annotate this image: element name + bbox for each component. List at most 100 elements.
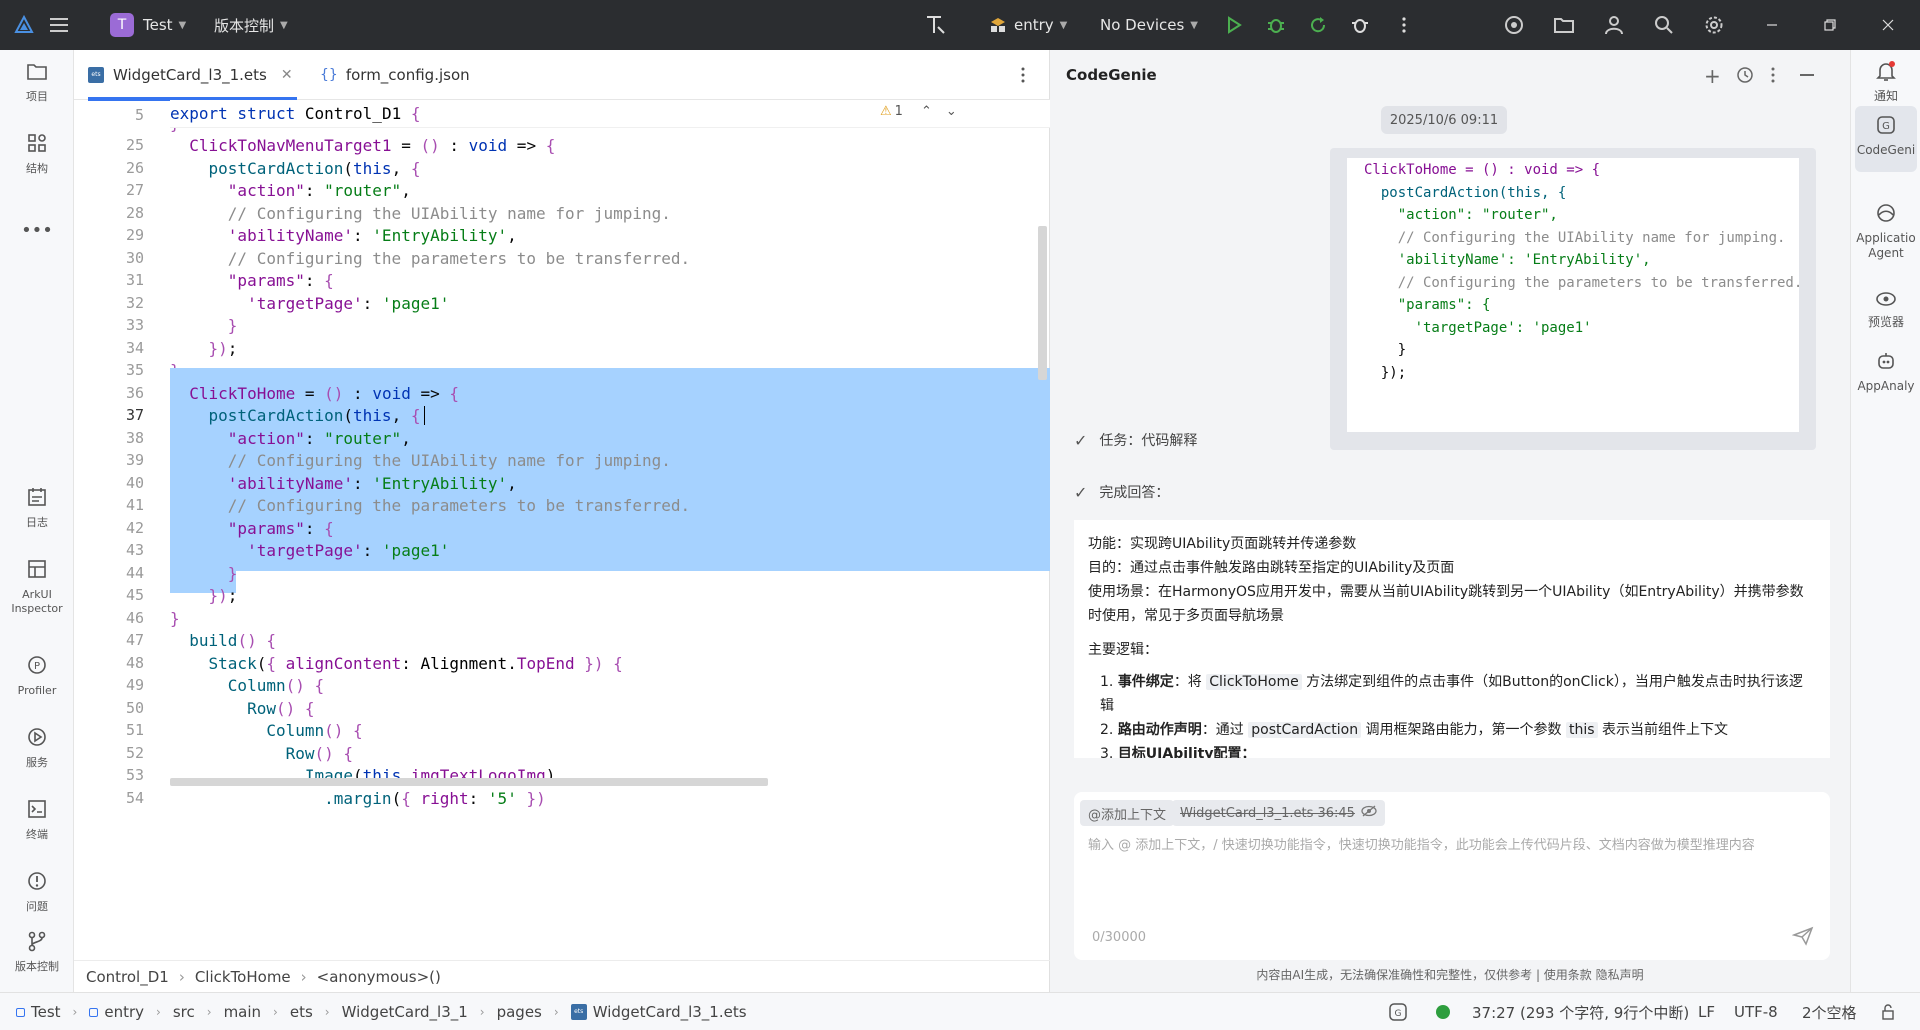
tool-label: 终端 [26,828,48,841]
close-tab-icon[interactable]: ✕ [281,67,293,83]
new-chat-icon[interactable]: + [1704,64,1721,88]
device-select[interactable]: No Devices ▼ [1100,0,1198,50]
task-step[interactable]: ✓ 任务：代码解释 [1074,430,1197,450]
account-icon[interactable] [1602,13,1626,37]
path-item[interactable]: WidgetCard_l3_1.ets [593,1003,747,1021]
path-item[interactable]: Test [31,1003,61,1021]
horizontal-scrollbar[interactable] [170,778,768,786]
status-indicator[interactable] [1436,993,1450,1030]
add-context-button[interactable]: @添加上下文 [1080,800,1175,826]
breadcrumb-item[interactable]: <anonymous>() [317,968,441,986]
path-item[interactable]: ets [290,1003,313,1021]
status-bar: Test › entry › src › main › ets › Widget… [0,992,1920,1030]
ets-file-icon: ets [570,1004,587,1020]
tool-log[interactable]: 日志 [0,486,74,530]
file-encoding[interactable]: UTF-8 [1734,993,1778,1030]
send-icon[interactable] [1791,926,1814,950]
task-label: 任务：代码解释 [1099,433,1198,449]
agent-icon [1875,202,1897,228]
editor-tabs: ets WidgetCard_l3_1.ets ✕ {} form_config… [74,50,1050,101]
sticky-scope-header[interactable]: export struct Control_D1 { ⚠ 1 ⌃ ⌄ [170,100,1050,128]
run-config-select[interactable]: entry ▼ [988,0,1067,50]
tool-application-agent[interactable]: Applicatio Agent [1851,202,1920,261]
path-item[interactable]: main [224,1003,261,1021]
breadcrumb-item[interactable]: ClickToHome [195,968,291,986]
codegenie-status-icon[interactable]: G [1388,993,1408,1030]
indent-setting[interactable]: 2个空格 [1802,993,1857,1030]
line-number: 26 [125,158,144,177]
eye-off-icon[interactable] [1361,805,1377,821]
inspection-widget[interactable]: ⚠ 1 ⌃ ⌄ [880,104,957,119]
tool-vcs[interactable]: 版本控制 [0,930,74,974]
tool-arkui-inspector[interactable]: ArkUI Inspector [0,558,74,616]
vcs-menu[interactable]: 版本控制 ▼ [214,0,288,50]
tool-project[interactable]: 项目 [0,62,74,104]
tabs-more-icon[interactable] [1020,66,1026,88]
code-line: }); [208,586,238,605]
file-context-chip[interactable]: WidgetCard_l3_1.ets 36:45 [1172,800,1385,826]
tool-profiler[interactable]: P Profiler [0,654,74,698]
tool-notifications[interactable]: 通知 [1851,60,1920,104]
next-highlight-icon[interactable]: ⌄ [946,104,957,119]
vertical-scrollbar[interactable] [1038,226,1047,380]
path-item[interactable]: src [173,1003,195,1021]
restore-icon[interactable] [1818,13,1842,37]
tool-problems[interactable]: 问题 [0,870,74,914]
run-icon[interactable] [1222,13,1246,37]
line-number: 37 [125,406,144,424]
answer-main-logic: 主要逻辑： [1088,642,1158,658]
lock-icon[interactable] [1880,993,1896,1030]
target-icon[interactable] [1502,13,1526,37]
minimize-icon[interactable] [1760,13,1784,37]
build-tool-icon[interactable] [924,13,948,37]
attach-debugger-icon[interactable] [1348,13,1372,37]
line-number: 53 [125,766,144,784]
path-separator: › [72,1005,78,1019]
main-menu-icon[interactable] [48,13,72,37]
module-icon [16,1007,25,1017]
search-icon[interactable] [1652,13,1676,37]
line-number: 42 [125,518,144,537]
run-config-label: entry [1014,16,1054,34]
history-icon[interactable] [1736,66,1754,88]
tab-form-config[interactable]: {} form_config.json [320,50,470,100]
line-ending[interactable]: LF [1698,993,1715,1030]
answer-func: 功能：实现跨UIAbility页面跳转并传递参数 [1088,536,1357,552]
inspector-icon [26,558,48,584]
folder-search-icon[interactable] [1552,13,1576,37]
codegenie-icon: G [1875,114,1897,140]
tool-terminal[interactable]: 终端 [0,798,74,842]
tool-more[interactable]: ••• [0,220,74,241]
tool-previewer[interactable]: 预览器 [1851,290,1920,330]
close-icon[interactable] [1876,13,1900,37]
path-item[interactable]: entry [104,1003,144,1021]
done-step[interactable]: ✓ 完成回答： [1074,482,1169,502]
module-icon [988,15,1008,35]
tab-widgetcard[interactable]: ets WidgetCard_l3_1.ets ✕ [88,50,297,101]
check-icon: ✓ [1074,430,1088,450]
tool-label: 项目 [26,90,48,103]
debug-icon[interactable] [1264,13,1288,37]
tool-codegenie[interactable]: G CodeGeni [1855,106,1917,172]
tool-services[interactable]: 服务 [0,726,74,770]
chat-input-box[interactable]: @添加上下文 WidgetCard_l3_1.ets 36:45 输入 @ 添加… [1074,792,1830,960]
title-bar: T Test ▼ 版本控制 ▼ entry ▼ No Devices ▼ [0,0,1920,50]
warning-count: 1 [894,104,903,119]
tool-structure[interactable]: 结构 [0,132,74,176]
minimize-panel-icon[interactable] [1800,74,1814,76]
breadcrumb-item[interactable]: Control_D1 [86,968,169,986]
project-switcher[interactable]: T Test ▼ [110,0,186,50]
more-vertical-icon[interactable] [1392,13,1416,37]
path-item[interactable]: WidgetCard_l3_1 [342,1003,468,1021]
code-area[interactable]: export struct Control_D1 { ⚠ 1 ⌃ ⌄ } Cli… [170,100,1050,960]
more-vertical-icon[interactable] [1770,66,1776,88]
gear-icon[interactable] [1702,13,1726,37]
user-code-line: // Configuring the UIAbility name for ju… [1364,229,1786,246]
apply-changes-icon[interactable] [1306,13,1330,37]
tool-label: 服务 [26,756,48,769]
chat-input-placeholder[interactable]: 输入 @ 添加上下文，/ 快速切换功能指令，快速切换功能指令，此功能会上传代码片… [1088,832,1808,860]
caret-position[interactable]: 37:27 (293 个字符, 9行个中断) [1472,993,1689,1030]
tool-appanalyzer[interactable]: AppAnaly [1851,350,1920,394]
path-item[interactable]: pages [497,1003,542,1021]
prev-highlight-icon[interactable]: ⌃ [921,104,932,119]
